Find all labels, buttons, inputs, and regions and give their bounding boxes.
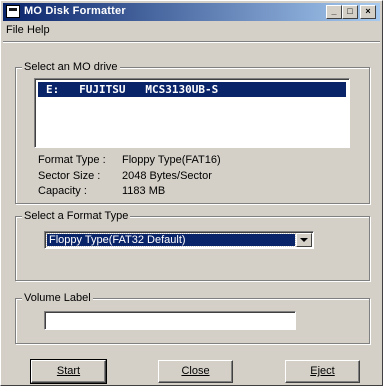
eject-button[interactable]: Eject — [285, 360, 360, 383]
start-button[interactable]: Start — [30, 359, 107, 384]
capacity-label: Capacity : — [38, 185, 87, 197]
start-button-label: Start — [56, 365, 81, 377]
mo-disk-formatter-window: MO Disk Formatter _ □ × File Help Select… — [0, 0, 383, 386]
format-type-group-label: Select a Format Type — [22, 210, 131, 222]
sector-size-label: Sector Size : — [38, 170, 101, 182]
close-window-button[interactable]: × — [360, 5, 376, 19]
dropdown-arrow-icon[interactable] — [296, 233, 312, 247]
format-type-dropdown[interactable]: Floppy Type(FAT32 Default) — [44, 231, 314, 249]
eject-button-label: Eject — [310, 365, 335, 377]
app-icon — [6, 5, 20, 18]
drive-listbox[interactable]: E: FUJITSU MCS3130UB-S — [34, 78, 350, 148]
volume-label-group: Volume Label — [15, 292, 370, 344]
drive-group-label: Select an MO drive — [22, 61, 120, 73]
format-type-group: Select a Format Type Floppy Type(FAT32 D… — [15, 210, 370, 281]
format-type-selected-value: Floppy Type(FAT32 Default) — [46, 233, 296, 247]
minimize-button[interactable]: _ — [326, 5, 342, 19]
volume-label-input[interactable] — [44, 311, 296, 330]
maximize-button[interactable]: □ — [342, 5, 358, 19]
title-bar[interactable]: MO Disk Formatter _ □ × — [3, 3, 380, 21]
format-type-label: Format Type : — [38, 154, 106, 166]
format-type-value: Floppy Type(FAT16) — [122, 154, 221, 166]
capacity-value: 1183 MB — [122, 185, 166, 197]
menu-bar: File Help — [3, 22, 380, 40]
menu-help[interactable]: Help — [27, 24, 50, 36]
close-button[interactable]: Close — [158, 360, 233, 383]
sector-size-value: 2048 Bytes/Sector — [122, 170, 212, 182]
window-title: MO Disk Formatter — [24, 5, 126, 17]
menu-separator — [3, 41, 380, 43]
close-button-label: Close — [181, 365, 210, 377]
drive-group: Select an MO drive E: FUJITSU MCS3130UB-… — [15, 61, 370, 204]
menu-file[interactable]: File — [6, 24, 24, 36]
drive-list-item-selected[interactable]: E: FUJITSU MCS3130UB-S — [38, 82, 346, 97]
volume-label-group-label: Volume Label — [22, 292, 93, 304]
